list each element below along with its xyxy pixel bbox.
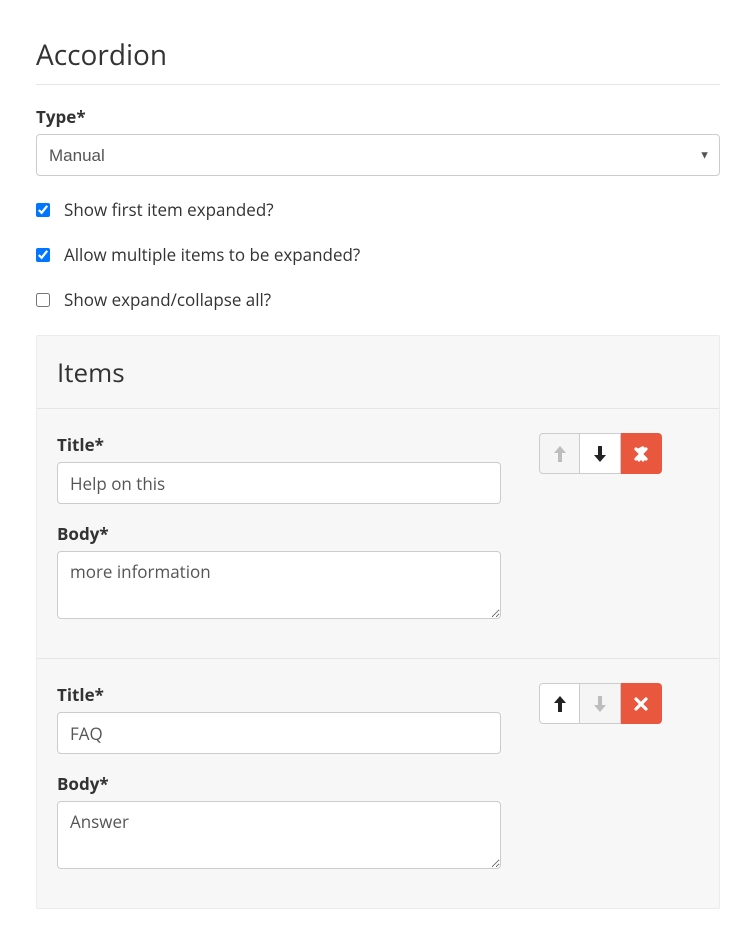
items-panel: Items Title* Body* more information (36, 335, 720, 909)
item-card: Title* Body* Answer (37, 658, 719, 908)
move-up-button[interactable] (539, 683, 580, 724)
arrow-down-icon (592, 695, 608, 713)
show-first-expanded-row: Show first item expanded? (36, 198, 720, 221)
delete-button[interactable] (621, 433, 662, 474)
close-icon (633, 696, 649, 712)
item-body-label: Body* (57, 522, 501, 545)
arrow-down-icon (592, 445, 608, 463)
move-down-button[interactable] (580, 683, 621, 724)
item-body-textarea[interactable]: Answer (57, 801, 501, 869)
item-card: Title* Body* more information (37, 408, 719, 658)
allow-multiple-label: Allow multiple items to be expanded? (64, 243, 360, 266)
allow-multiple-row: Allow multiple items to be expanded? (36, 243, 720, 266)
item-title-input[interactable] (57, 712, 501, 754)
arrow-up-icon (552, 695, 568, 713)
show-expand-collapse-row: Show expand/collapse all? (36, 288, 720, 311)
item-title-input[interactable] (57, 462, 501, 504)
show-expand-collapse-checkbox[interactable] (36, 293, 50, 307)
items-title: Items (57, 354, 719, 390)
show-first-expanded-label: Show first item expanded? (64, 198, 274, 221)
close-icon (633, 446, 649, 462)
show-first-expanded-checkbox[interactable] (36, 203, 50, 217)
move-up-button[interactable] (539, 433, 580, 474)
move-down-button[interactable] (580, 433, 621, 474)
type-select[interactable]: Manual (36, 134, 720, 176)
type-label: Type* (36, 105, 720, 128)
allow-multiple-checkbox[interactable] (36, 248, 50, 262)
delete-button[interactable] (621, 683, 662, 724)
item-body-label: Body* (57, 772, 501, 795)
item-body-textarea[interactable]: more information (57, 551, 501, 619)
section-title: Accordion (36, 36, 720, 85)
item-title-label: Title* (57, 683, 501, 706)
show-expand-collapse-label: Show expand/collapse all? (64, 288, 271, 311)
type-field: Type* Manual ▼ (36, 105, 720, 176)
item-title-label: Title* (57, 433, 501, 456)
arrow-up-icon (552, 445, 568, 463)
